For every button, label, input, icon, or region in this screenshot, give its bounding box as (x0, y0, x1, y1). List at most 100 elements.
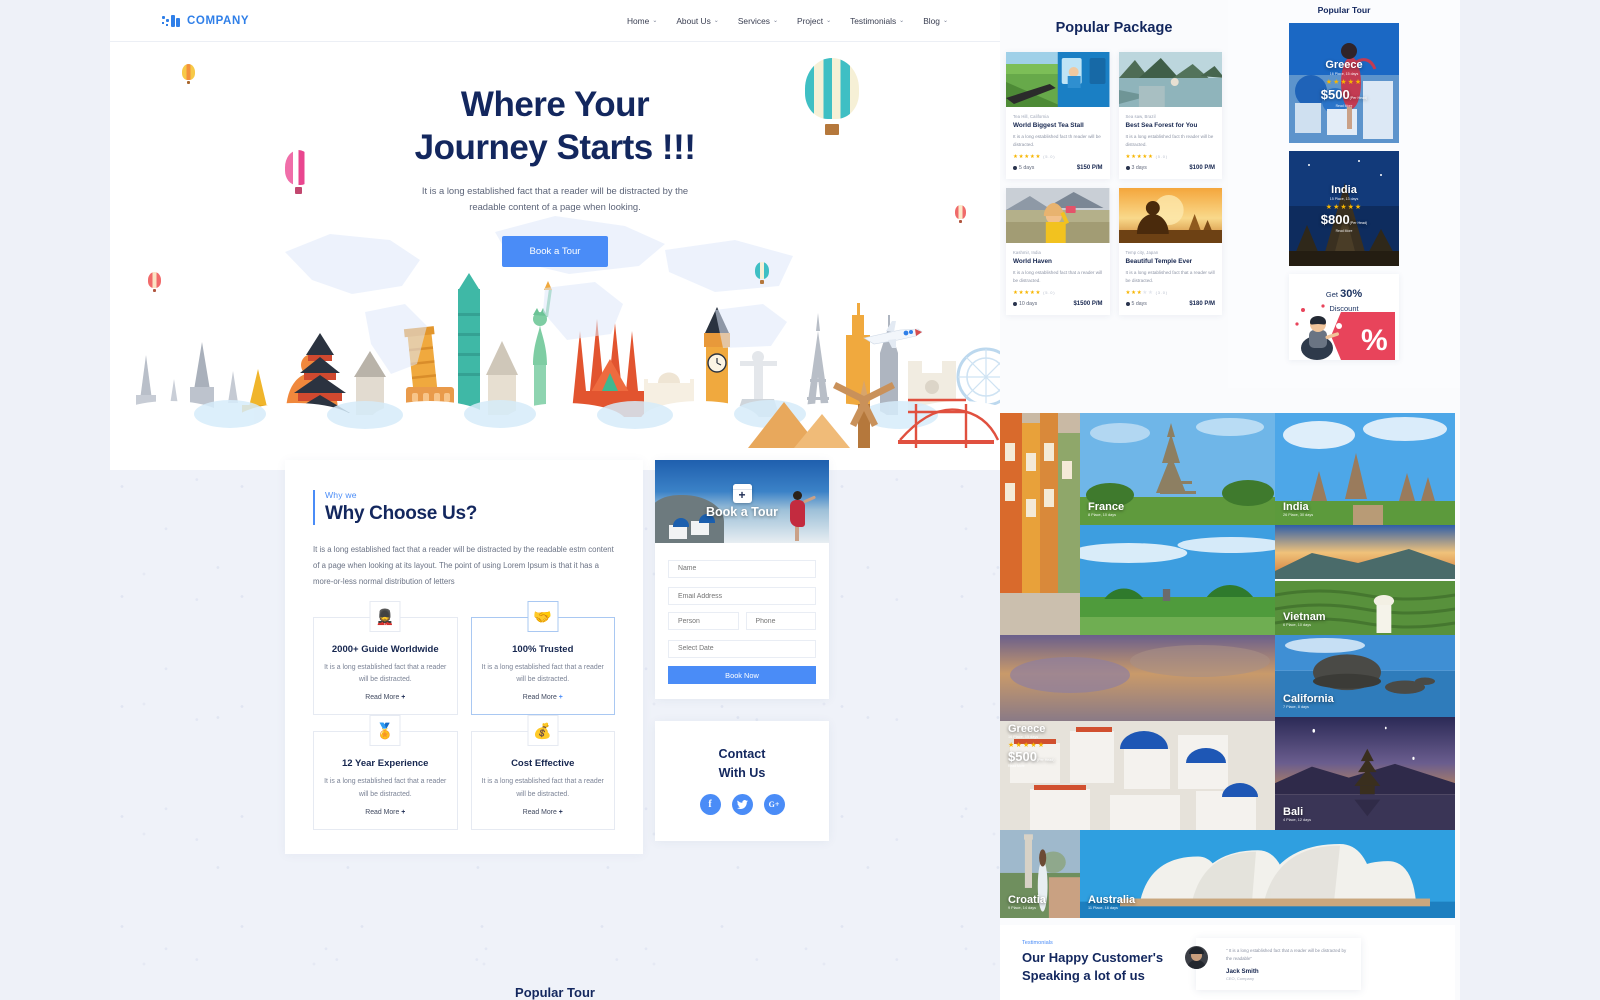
name-input[interactable] (668, 559, 816, 578)
rating-count: (5.0) (1155, 154, 1168, 160)
read-more-link[interactable]: Read More (1336, 104, 1353, 108)
destination-name: Croatia (1008, 894, 1046, 906)
feature-card-cost[interactable]: 💰 Cost Effective It is a long establishe… (470, 715, 615, 830)
package-rating: ★★★★★ (5.0) (1013, 290, 1056, 297)
discount-prefix: Get (1325, 290, 1338, 299)
book-a-tour-button[interactable]: Book a Tour (502, 236, 608, 268)
read-more-link[interactable]: Read More + (324, 694, 447, 701)
destination-sub: 26 Place, 30 days (1283, 513, 1314, 517)
person-phone-row (668, 612, 816, 637)
gallery-item-bali[interactable]: Bali 4 Place, 12 days (1275, 717, 1455, 830)
read-more-link[interactable]: Read More + (482, 809, 605, 816)
facebook-icon[interactable]: f (699, 793, 721, 815)
testimonials-section: Testimonials Our Happy Customer's Speaki… (1000, 925, 1455, 1000)
why-choose-section: Why we Why Choose Us? It is a long estab… (285, 460, 1000, 854)
package-body: Temp city, Japan Beautiful Temple Ever I… (1119, 243, 1223, 315)
tour-name: India (1331, 184, 1357, 196)
package-card[interactable]: Sea saw, Brazil Best Sea Forest for You … (1118, 52, 1222, 180)
nav-label: Home (626, 15, 650, 26)
read-more-link[interactable]: Read More + (324, 809, 447, 816)
destination-sub: 11 Place, 16 days (1088, 906, 1118, 910)
book-now-button[interactable]: Book Now (668, 666, 816, 685)
feature-card-guide[interactable]: 💂 2000+ Guide Worldwide It is a long est… (313, 601, 458, 716)
email-input[interactable] (668, 587, 816, 606)
why-title: Why Choose Us? (325, 503, 478, 525)
package-price: $100 P/M (1189, 165, 1215, 172)
gallery-item-greece[interactable]: Greece 16 Place, 15 days ★★★★★ $500(Per … (1000, 635, 1275, 830)
google-plus-icon[interactable]: G+ (763, 793, 785, 815)
destination-rating: ★★★★★ (1008, 742, 1046, 749)
read-more-link[interactable]: Read More (1336, 229, 1353, 233)
clock-icon (1013, 166, 1017, 171)
feature-desc: It is a long established fact that a rea… (324, 778, 447, 798)
tour-card-india[interactable]: India 15 Place, 13 days ★★★★★ $800(Per H… (1289, 151, 1399, 266)
duration-label: 5 days (1019, 165, 1035, 172)
read-more-link[interactable]: Read More (1008, 764, 1055, 768)
why-choose-card: Why we Why Choose Us? It is a long estab… (285, 460, 643, 854)
discount-banner[interactable]: Get 30% Discount % (1289, 274, 1399, 360)
package-body: Tea Hill, California World Biggest Tea S… (1006, 107, 1110, 179)
feature-title: 2000+ Guide Worldwide (331, 644, 439, 656)
nav-label: Services (737, 15, 770, 26)
duration-label: 5 days (1131, 301, 1147, 308)
hero-subtitle: It is a long established fact that a rea… (421, 185, 689, 212)
package-image (1118, 52, 1222, 107)
feature-card-trusted[interactable]: 🤝 100% Trusted It is a long established … (470, 601, 615, 716)
popular-package-panel: Popular Package Tea Hill, California Wor… (1000, 0, 1460, 1000)
hot-air-balloon-icon (182, 64, 195, 86)
package-body: Kashmir, India World Haven It is a long … (1006, 243, 1110, 315)
gallery-item-california[interactable]: California 7 Place, 8 days (1275, 635, 1455, 717)
package-name: Best Sea Forest for You (1125, 122, 1198, 129)
gallery-item-colorful-houses[interactable] (1000, 413, 1080, 635)
gallery-item-india[interactable]: India 26 Place, 30 days (1275, 413, 1455, 525)
package-description: It is a long established fact that a rea… (1013, 270, 1103, 284)
date-input[interactable] (668, 639, 816, 658)
nav-item-blog[interactable]: Blog ⌄ (923, 16, 948, 26)
destination-sub: 8 Place, 10 days (1088, 513, 1117, 517)
feature-title: 100% Trusted (512, 644, 574, 656)
gallery-item-croatia[interactable]: Croatia 9 Place, 14 days (1000, 830, 1080, 918)
site-logo[interactable]: COMPANY (162, 13, 249, 29)
tour-price: $500(Per Head) (1321, 87, 1368, 102)
nav-item-home[interactable]: Home ⌄ (627, 16, 657, 26)
twitter-icon[interactable] (731, 793, 753, 815)
website-mockup-secondary: Popular Package Tea Hill, California Wor… (1000, 0, 1460, 1000)
testimonials-title-line-2: Speaking a lot of us (1022, 967, 1145, 983)
package-card[interactable]: Tea Hill, California World Biggest Tea S… (1006, 52, 1110, 180)
clock-icon (1125, 166, 1130, 171)
person-input[interactable] (668, 612, 739, 631)
feature-card-experience[interactable]: 🏅 12 Year Experience It is a long establ… (313, 715, 458, 830)
gallery-label: India 26 Place, 30 days (1283, 501, 1313, 517)
read-more-link[interactable]: Read More + (482, 694, 605, 701)
phone-input[interactable] (745, 612, 816, 631)
tour-rating: ★★★★★ (1325, 204, 1363, 211)
gallery-label: Bali 4 Place, 12 days (1283, 806, 1311, 822)
tour-card-greece[interactable]: Greece 16 Place, 15 days ★★★★★ $500(Per … (1289, 23, 1399, 143)
package-rating: ★★★★★ (5.0) (1013, 154, 1056, 161)
package-description: It is a long established fact th reader … (1125, 134, 1214, 148)
price-value: $800 (1320, 212, 1350, 227)
nav-item-services[interactable]: Services ⌄ (738, 16, 778, 26)
package-card[interactable]: Temp city, Japan Beautiful Temple Ever I… (1118, 188, 1223, 316)
navbar: COMPANY Home ⌄ About Us ⌄ Services ⌄ Projec… (110, 0, 1000, 42)
destination-sub: 6 Place, 10 days (1283, 623, 1312, 627)
nav-label: Project (796, 15, 824, 26)
destination-sub: 9 Place, 14 days (1008, 906, 1037, 910)
package-meta: 5 days $180 P/M (1125, 301, 1215, 308)
gallery-label: France 8 Place, 10 days (1088, 501, 1124, 517)
package-meta: 5 days $150 P/M (1013, 165, 1103, 171)
gallery-item-tropical-garden[interactable] (1080, 525, 1275, 635)
gallery-item-france[interactable]: France 8 Place, 10 days (1080, 413, 1275, 525)
package-card[interactable]: Kashmir, India World Haven It is a long … (1006, 188, 1110, 316)
gallery-item-vietnam[interactable]: Vietnam 6 Place, 10 days (1275, 525, 1455, 635)
package-location: Kashmir, India (1013, 250, 1041, 256)
page-title: Where Your Journey Starts !!! (110, 84, 1000, 169)
gallery-item-australia[interactable]: Australia 11 Place, 16 days (1080, 830, 1455, 918)
rating-count: (3.0) (1155, 290, 1168, 296)
book-a-tour-widget: Book a Tour Book Now (655, 460, 829, 700)
plus-icon: + (558, 694, 563, 702)
package-meta: 10 days $1500 P/M (1013, 301, 1103, 307)
nav-item-project[interactable]: Project ⌄ (797, 16, 831, 26)
nav-item-testimonials[interactable]: Testimonials ⌄ (850, 16, 904, 26)
nav-item-about-us[interactable]: About Us ⌄ (676, 16, 718, 26)
